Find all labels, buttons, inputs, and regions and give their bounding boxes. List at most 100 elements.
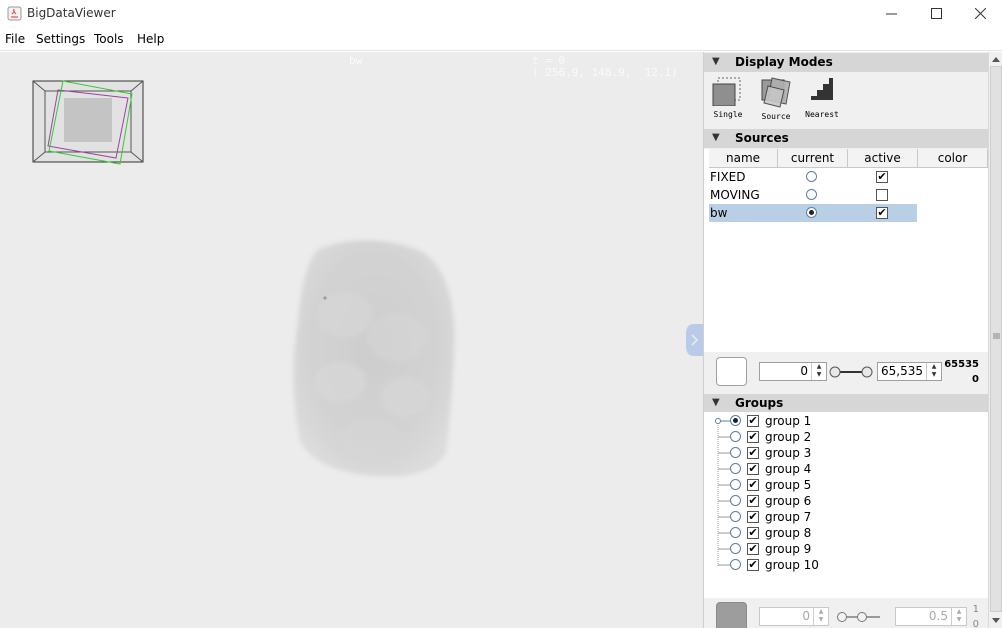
range-slider[interactable] (829, 365, 873, 379)
group-label: group 2 (765, 430, 812, 444)
range-min-spinner[interactable]: 0 ▲ ▼ (759, 362, 827, 381)
source-name-overlay: bw (349, 54, 363, 67)
scroll-down-arrow-icon[interactable] (992, 618, 1000, 624)
active-group-checkbox[interactable]: ✔ (747, 463, 759, 475)
group-item[interactable]: ✔ group 9 (704, 542, 988, 558)
group-label: group 1 (765, 414, 812, 428)
current-source-radio[interactable] (806, 189, 817, 200)
scroll-up-arrow-icon[interactable] (992, 56, 1000, 62)
group-item[interactable]: ✔ group 6 (704, 494, 988, 510)
spinner-arrows-icon[interactable]: ▲ ▼ (813, 608, 828, 625)
active-group-checkbox[interactable]: ✔ (747, 511, 759, 523)
source-mode-button[interactable]: Source (754, 76, 798, 121)
group-item[interactable]: ✔ group 1 (704, 414, 988, 430)
current-source-radio[interactable] (806, 207, 817, 218)
collapse-triangle-icon: ▼ (712, 132, 720, 143)
side-panel: ▼ Display Modes Single Source Nearest ▼ … (703, 52, 988, 628)
group-range-min-spinner[interactable]: 0 ▲ ▼ (759, 607, 829, 626)
group-color-swatch[interactable] (716, 602, 747, 628)
current-group-radio[interactable] (730, 495, 741, 506)
grip-icon (993, 333, 1000, 339)
image-viewer-canvas[interactable]: bw t = 0 ( 256.9, 148.9, 12.1) (0, 52, 703, 628)
group-item[interactable]: ✔ group 2 (704, 430, 988, 446)
display-modes-title: Display Modes (735, 55, 833, 69)
menu-bar: File Settings Tools Help (0, 28, 1002, 51)
group-item[interactable]: ✔ group 8 (704, 526, 988, 542)
current-group-radio[interactable] (730, 511, 741, 522)
table-row[interactable]: MOVING (709, 186, 917, 204)
group-label: group 8 (765, 526, 812, 540)
active-group-checkbox[interactable]: ✔ (747, 447, 759, 459)
active-source-checkbox[interactable] (876, 189, 888, 201)
menu-file[interactable]: File (5, 32, 25, 46)
menu-tools[interactable]: Tools (94, 32, 124, 46)
table-row[interactable]: FIXED ✔ (709, 168, 917, 186)
display-modes-header[interactable]: ▼ Display Modes (704, 53, 988, 72)
active-group-checkbox[interactable]: ✔ (747, 559, 759, 571)
range-max-spinner[interactable]: 65,535 ▲ ▼ (877, 362, 942, 381)
java-app-icon (7, 6, 22, 21)
sources-header[interactable]: ▼ Sources (704, 129, 988, 148)
minimize-icon (886, 13, 897, 15)
current-group-radio[interactable] (730, 527, 741, 538)
close-icon (975, 8, 986, 19)
column-header-name[interactable]: name (709, 149, 778, 168)
current-group-radio[interactable] (730, 447, 741, 458)
current-group-radio[interactable] (730, 479, 741, 490)
column-header-active[interactable]: active (848, 149, 918, 168)
source-mode-label: Source (761, 112, 791, 121)
collapse-triangle-icon: ▼ (712, 397, 720, 408)
menu-settings[interactable]: Settings (36, 32, 85, 46)
column-header-color[interactable]: color (918, 149, 988, 168)
column-header-current[interactable]: current (778, 149, 848, 168)
group-range-lower-bound: 0 (972, 619, 979, 628)
source-name: bw (710, 206, 728, 220)
nearest-mode-label: Nearest (805, 110, 839, 119)
current-group-radio[interactable] (730, 543, 741, 554)
single-mode-icon (712, 77, 741, 106)
current-group-radio[interactable] (730, 431, 741, 442)
menu-help[interactable]: Help (137, 32, 164, 46)
active-group-checkbox[interactable]: ✔ (747, 543, 759, 555)
active-group-checkbox[interactable]: ✔ (747, 495, 759, 507)
active-source-checkbox[interactable]: ✔ (876, 171, 888, 183)
close-button[interactable] (958, 0, 1002, 28)
nearest-interpolation-button[interactable]: Nearest (800, 76, 844, 119)
group-item[interactable]: ✔ group 3 (704, 446, 988, 462)
current-group-radio[interactable] (730, 463, 741, 474)
current-source-radio[interactable] (806, 171, 817, 182)
active-group-checkbox[interactable]: ✔ (747, 527, 759, 539)
group-item[interactable]: ✔ group 7 (704, 510, 988, 526)
active-source-checkbox[interactable]: ✔ (876, 207, 888, 219)
panel-collapse-handle[interactable] (684, 324, 703, 356)
navigation-overview-box (32, 80, 144, 165)
group-label: group 10 (765, 558, 819, 572)
group-item[interactable]: ✔ group 5 (704, 478, 988, 494)
single-mode-button[interactable]: Single (706, 76, 750, 119)
sources-table: name current active color FIXED ✔ MOVING… (704, 149, 988, 352)
source-color-swatch[interactable] (716, 357, 747, 386)
active-group-checkbox[interactable]: ✔ (747, 431, 759, 443)
group-range-slider[interactable] (834, 610, 884, 624)
panel-scrollbar[interactable] (988, 52, 1002, 628)
current-group-radio[interactable] (730, 415, 741, 426)
active-group-checkbox[interactable]: ✔ (747, 415, 759, 427)
spinner-arrows-icon[interactable]: ▲ ▼ (811, 363, 826, 380)
group-range-upper-bound: 1 (972, 604, 979, 615)
group-item[interactable]: ✔ group 10 (704, 558, 988, 574)
minimize-button[interactable] (869, 0, 914, 28)
group-label: group 7 (765, 510, 812, 524)
scrollbar-thumb[interactable] (990, 66, 1002, 612)
groups-header[interactable]: ▼ Groups (704, 394, 988, 413)
title-bar: BigDataViewer (0, 0, 1002, 28)
sources-title: Sources (735, 131, 789, 145)
groups-title: Groups (735, 396, 784, 410)
maximize-button[interactable] (914, 0, 959, 28)
source-name: MOVING (710, 188, 760, 202)
table-row[interactable]: bw ✔ (709, 204, 917, 222)
active-group-checkbox[interactable]: ✔ (747, 479, 759, 491)
spinner-arrows-icon[interactable]: ▲ ▼ (926, 363, 941, 380)
group-item[interactable]: ✔ group 4 (704, 462, 988, 478)
window-title: BigDataViewer (27, 6, 116, 20)
current-group-radio[interactable] (730, 559, 741, 570)
